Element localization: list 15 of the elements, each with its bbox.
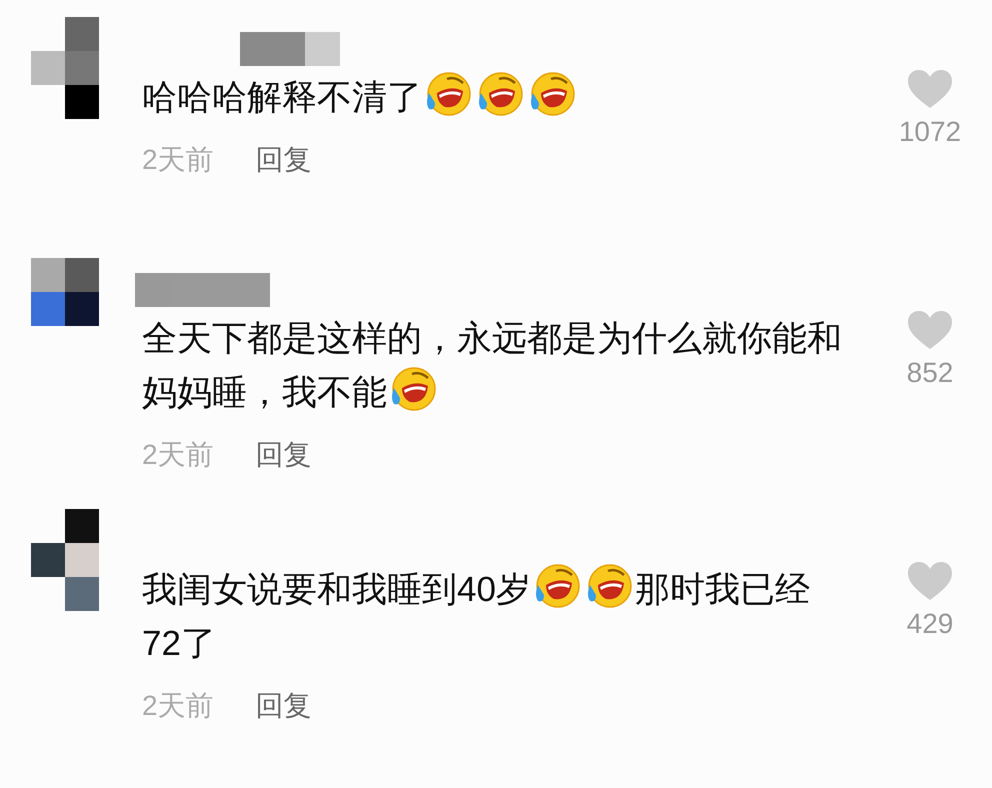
reply-link[interactable]: 回复 bbox=[256, 434, 312, 476]
like-count: 1072 bbox=[898, 115, 962, 149]
comment-text: 哈哈哈解释不清了 bbox=[142, 71, 845, 125]
reply-link[interactable]: 回复 bbox=[256, 685, 312, 727]
heart-icon[interactable] bbox=[907, 561, 953, 601]
like-count: 852 bbox=[906, 356, 954, 390]
heart-icon[interactable] bbox=[907, 69, 953, 109]
comment-time: 2天前 bbox=[142, 438, 214, 472]
comment-text: 我闺女说要和我睡到40岁 那时我已经72了 bbox=[142, 563, 845, 671]
heart-icon[interactable] bbox=[907, 310, 953, 350]
like-count: 429 bbox=[906, 607, 954, 641]
comment-time: 2天前 bbox=[142, 143, 214, 177]
comment-time: 2天前 bbox=[142, 689, 214, 723]
reply-link[interactable]: 回复 bbox=[256, 139, 312, 181]
comment-text: 全天下都是这样的，永远都是为什么就你能和妈妈睡，我不能 bbox=[142, 318, 843, 414]
